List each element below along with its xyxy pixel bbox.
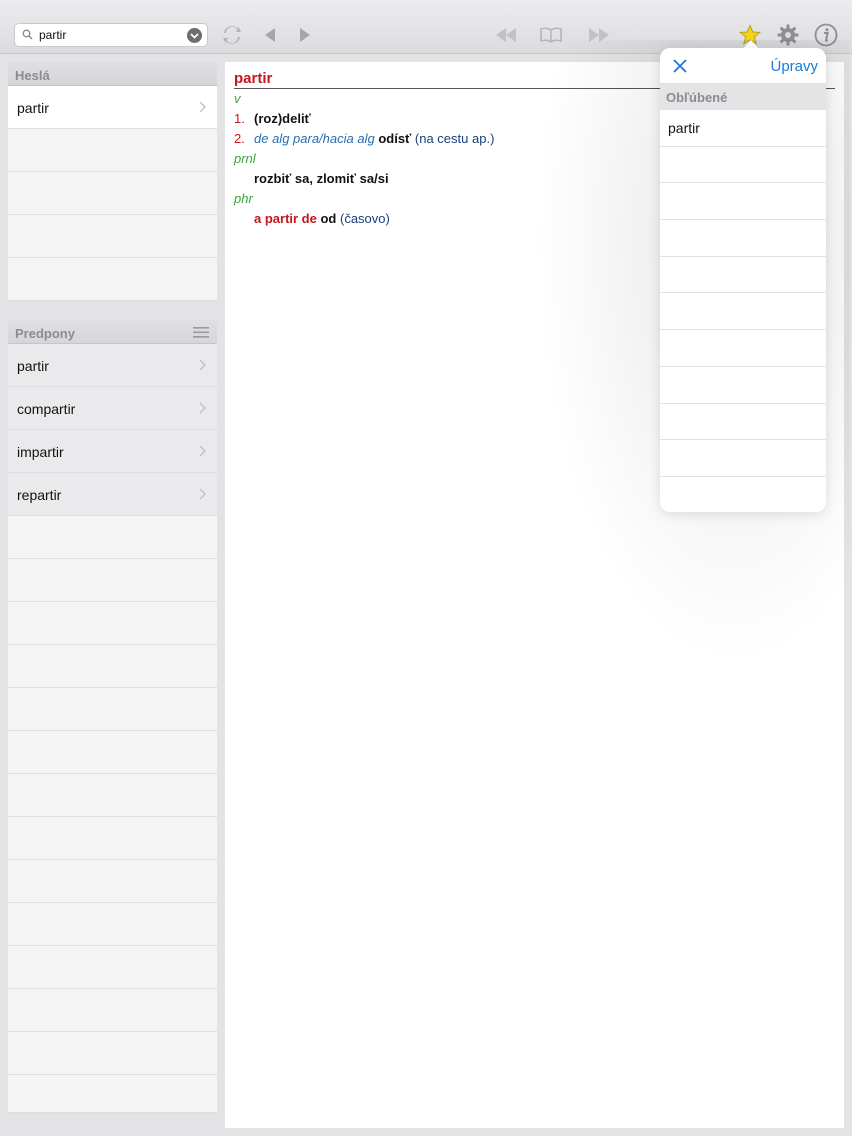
chevron-right-icon xyxy=(199,101,206,113)
list-item xyxy=(8,1032,217,1075)
close-icon[interactable] xyxy=(672,58,688,74)
favorites-header: Obľúbené xyxy=(660,84,826,110)
list-item xyxy=(660,183,826,221)
phrase-link[interactable]: a partir de xyxy=(254,211,317,226)
list-item xyxy=(660,257,826,294)
favorites-popover: Úpravy Obľúbené partir xyxy=(660,48,826,512)
list-item xyxy=(8,1075,217,1113)
predpony-header: Predpony xyxy=(8,320,217,344)
edit-button[interactable]: Úpravy xyxy=(770,58,818,75)
list-item xyxy=(8,129,217,172)
list-item xyxy=(660,440,826,477)
hesla-header: Heslá xyxy=(8,62,217,86)
sense-phrase: de alg para/hacia alg xyxy=(254,131,375,146)
list-item xyxy=(8,946,217,989)
list-item xyxy=(8,817,217,860)
list-item xyxy=(660,404,826,441)
sense-note: (časovo) xyxy=(340,211,390,226)
predpony-item-compartir[interactable]: compartir xyxy=(8,387,217,430)
list-item xyxy=(8,731,217,774)
sense-number: 1. xyxy=(234,111,245,126)
chevron-right-icon xyxy=(199,445,206,457)
list-item xyxy=(8,688,217,731)
list-item xyxy=(660,220,826,257)
sense-translation: od xyxy=(320,211,337,226)
predpony-item-label: repartir xyxy=(17,487,62,503)
hesla-item-partir[interactable]: partir xyxy=(8,86,217,129)
predpony-item-repartir[interactable]: repartir xyxy=(8,473,217,516)
list-item xyxy=(8,258,217,301)
favorites-item-partir[interactable]: partir xyxy=(660,110,826,147)
list-item xyxy=(8,172,217,215)
list-item xyxy=(660,147,826,184)
list-item xyxy=(660,293,826,331)
predpony-panel: Predpony partir compartir impartir repar… xyxy=(8,320,217,1113)
sense-note: (na cestu ap.) xyxy=(414,131,495,146)
dropdown-icon[interactable] xyxy=(187,28,202,43)
list-item xyxy=(8,516,217,559)
list-item xyxy=(8,215,217,258)
chevron-right-icon xyxy=(199,359,206,371)
list-item xyxy=(660,367,826,404)
forward-icon[interactable] xyxy=(297,27,313,43)
list-item xyxy=(8,645,217,688)
sense-translation: (roz)deliť xyxy=(254,111,311,126)
history-back-icon[interactable] xyxy=(495,28,517,42)
hesla-panel: Heslá partir xyxy=(8,62,217,301)
list-item xyxy=(660,330,826,367)
predpony-item-label: impartir xyxy=(17,444,64,460)
predpony-item-partir[interactable]: partir xyxy=(8,344,217,387)
list-item xyxy=(8,903,217,946)
part-of-speech: v xyxy=(234,91,241,106)
list-item xyxy=(8,774,217,817)
hesla-item-label: partir xyxy=(17,100,49,116)
sense-translation: rozbiť sa, zlomiť sa/si xyxy=(254,171,389,186)
list-item xyxy=(8,860,217,903)
predpony-item-label: partir xyxy=(17,358,49,374)
menu-icon[interactable] xyxy=(193,327,209,338)
predpony-header-label: Predpony xyxy=(15,326,75,341)
chevron-right-icon xyxy=(199,488,206,500)
list-item xyxy=(8,559,217,602)
chevron-right-icon xyxy=(199,402,206,414)
part-of-speech: prnl xyxy=(234,151,256,166)
list-item xyxy=(8,602,217,645)
sense-number: 2. xyxy=(234,131,245,146)
predpony-item-impartir[interactable]: impartir xyxy=(8,430,217,473)
search-box[interactable] xyxy=(14,23,208,47)
sense-translation: odísť xyxy=(378,131,412,146)
search-icon xyxy=(22,29,33,40)
sync-icon[interactable] xyxy=(221,24,243,46)
list-item xyxy=(660,477,826,512)
popover-header: Úpravy xyxy=(660,48,826,84)
list-item xyxy=(8,989,217,1032)
back-icon[interactable] xyxy=(262,27,278,43)
predpony-item-label: compartir xyxy=(17,401,76,417)
search-input[interactable] xyxy=(39,26,179,44)
part-of-speech: phr xyxy=(234,191,253,206)
